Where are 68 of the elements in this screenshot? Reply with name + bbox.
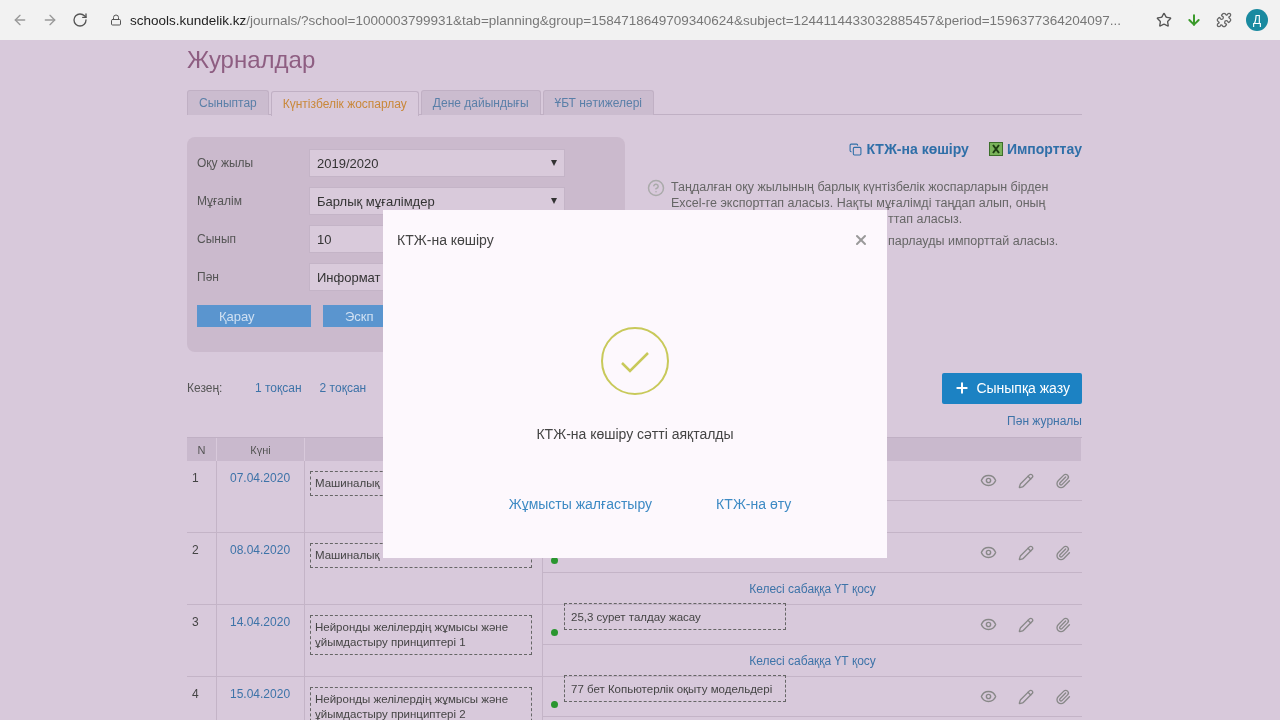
pencil-icon[interactable] [1017,616,1034,633]
date-link[interactable]: 14.04.2020 [222,615,291,666]
view-icon[interactable] [980,616,997,633]
forward-icon[interactable] [42,12,58,28]
add-homework-link[interactable]: Келесі сабаққа ҮТ қосу [749,653,876,668]
success-check-icon [600,326,670,396]
help-text: ттап аласыз. [888,211,964,227]
column-header: N [187,438,217,461]
caret-icon [551,160,557,166]
pencil-icon[interactable] [1017,472,1034,489]
homework-field[interactable]: 77 бет Копьютерлік оқыту модельдері [564,675,786,702]
bookmark-star-icon[interactable] [1156,12,1172,28]
row-number: 1 [187,461,217,533]
period-link[interactable]: 1 тоқсан [255,381,302,395]
add-homework-link[interactable]: Келесі сабаққа ҮТ қосу [749,581,876,596]
copy-icon [849,142,863,156]
add-to-class-button[interactable]: Сыныпқа жазу [942,372,1082,404]
filter-button[interactable]: Қарау [197,305,311,327]
lock-icon [110,14,122,26]
dialog-message: КТЖ-на көшіру сәтті аяқталды [536,426,734,442]
extension-icon[interactable] [1216,12,1232,28]
row-number: 4 [187,677,217,720]
topic-field[interactable]: Нейронды желілердің жұмысы және ұйымдастыру принциптері 2 [310,687,532,720]
profile-avatar[interactable]: Д [1246,9,1268,31]
page-title: Журналдар [187,45,317,75]
filter-select[interactable]: Барлық мұғалімдер [309,187,565,215]
action-link[interactable]: Импорттау [988,141,1082,157]
filter-label: Оқу жылы [197,156,255,170]
column-header: Күні [217,438,305,461]
period-label: Кезең: [187,381,224,395]
paperclip-icon[interactable] [1055,688,1071,705]
help-text: парлауды импорттай аласыз. [888,233,1060,249]
date-link[interactable]: 15.04.2020 [222,687,291,720]
homework-field[interactable]: 25,3 сурет талдау жасау [564,603,786,630]
paperclip-icon[interactable] [1055,616,1071,633]
action-link[interactable]: КТЖ-на көшіру [849,141,969,157]
tab[interactable]: Сыныптар [187,90,269,115]
topic-field[interactable]: Нейронды желілердің жұмысы және ұйымдастыру принциптері 1 [310,615,532,655]
date-link[interactable]: 07.04.2020 [222,471,291,522]
pencil-icon[interactable] [1017,688,1034,705]
tab[interactable]: ҰБТ нәтижелері [542,90,655,115]
filter-label: Мұғалім [197,194,243,208]
date-link[interactable]: 08.04.2020 [222,543,291,594]
back-icon[interactable] [12,12,28,28]
tab[interactable]: Күнтізбелік жоспарлау [270,91,419,116]
reload-icon[interactable] [72,12,88,28]
row-number: 3 [187,605,217,677]
view-icon[interactable] [980,544,997,561]
filter-label: Пән [197,270,220,284]
period-link[interactable]: 2 тоқсан [319,381,367,395]
dialog-link[interactable]: Жұмысты жалғастыру [508,496,653,512]
subject-journal-link[interactable]: Пән журналы [1007,414,1082,428]
help-icon [647,179,665,197]
view-icon[interactable] [980,688,997,705]
view-icon[interactable] [980,472,997,489]
pencil-icon[interactable] [1017,544,1034,561]
spreadsheet-icon [988,142,1003,156]
tab[interactable]: Дене дайындығы [420,90,541,115]
dialog-link[interactable]: КТЖ-на өту [716,496,792,512]
caret-icon [551,198,557,204]
filter-select[interactable]: 2019/2020 [309,149,565,177]
row-number: 2 [187,533,217,605]
paperclip-icon[interactable] [1055,544,1071,561]
paperclip-icon[interactable] [1055,472,1071,489]
close-button[interactable] [853,232,869,248]
download-icon[interactable] [1186,12,1202,28]
filter-label: Сынып [197,232,238,246]
dialog-title: КТЖ-на көшіру [397,232,494,248]
